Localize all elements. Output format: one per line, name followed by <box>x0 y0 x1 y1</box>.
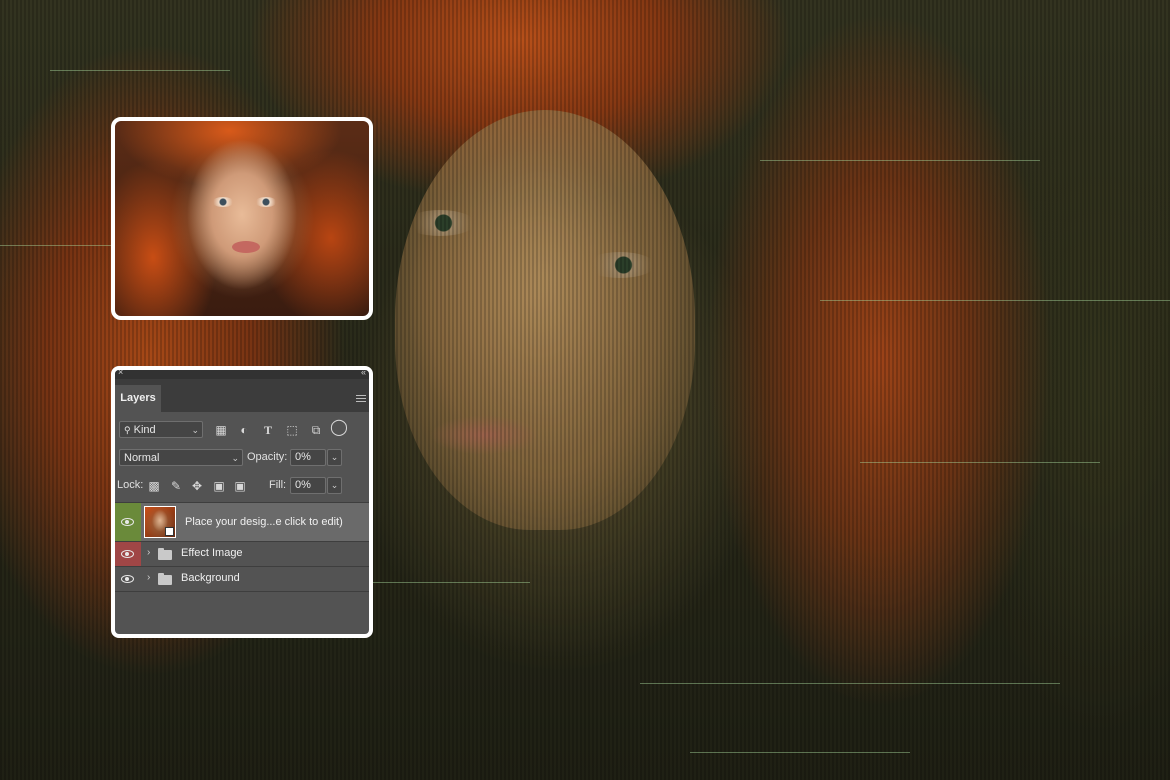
blend-mode-select[interactable]: Normal ⌄ <box>119 449 243 466</box>
glitch-line <box>370 582 530 583</box>
visibility-toggle[interactable] <box>115 542 141 566</box>
kind-label: Kind <box>133 424 156 436</box>
photo-eye-right <box>255 197 277 207</box>
layer-name: Place your desig...e click to edit) <box>185 516 343 528</box>
preview-photo-card <box>111 117 373 320</box>
lock-position-icon[interactable]: ✥ <box>190 479 204 493</box>
opacity-label: Opacity: <box>247 451 288 463</box>
lock-artboard-icon[interactable]: ▣ <box>212 479 226 493</box>
glitch-line <box>690 752 910 753</box>
layer-row-smart-object[interactable]: Place your desig...e click to edit) <box>115 502 369 541</box>
layer-row-effect-image[interactable]: › Effect Image <box>115 541 369 566</box>
photo-lips <box>232 241 260 253</box>
type-filter-icon[interactable]: T <box>261 423 275 437</box>
fill-slider-button[interactable]: ⌄ <box>327 477 342 494</box>
chevron-right-icon[interactable]: › <box>147 547 150 558</box>
panel-titlebar: × « <box>115 370 369 379</box>
layer-thumbnail <box>144 506 176 538</box>
opacity-slider-button[interactable]: ⌄ <box>327 449 342 466</box>
glitch-line <box>760 160 1040 161</box>
visibility-toggle[interactable] <box>115 503 141 541</box>
glitch-line <box>50 70 230 71</box>
smart-object-badge-icon <box>165 527 174 536</box>
glitch-line <box>640 683 1060 684</box>
folder-icon <box>158 573 172 585</box>
blend-mode-value: Normal <box>124 452 160 464</box>
blend-row: Normal ⌄ Opacity: 0% ⌄ <box>115 448 369 468</box>
folder-icon <box>158 548 172 560</box>
chevron-down-icon: ⌄ <box>191 425 199 435</box>
glitch-line <box>860 462 1100 463</box>
smart-object-filter-icon[interactable]: ⧉ <box>309 423 323 437</box>
filter-row: ⚲ Kind ⌄ ▦ ◐ T ⬚ ⧉ ◯ <box>115 420 369 440</box>
lock-label: Lock: <box>117 479 144 491</box>
lock-all-icon[interactable]: ▣ <box>233 479 247 493</box>
panel-tab-bar: Layers <box>115 379 369 412</box>
layer-name: Effect Image <box>181 547 243 559</box>
chevron-down-icon: ⌄ <box>231 453 239 463</box>
visibility-toggle[interactable] <box>115 567 141 591</box>
adjustment-filter-icon[interactable]: ◐ <box>237 423 251 437</box>
eye-icon <box>121 575 134 583</box>
panel-menu-icon[interactable] <box>356 395 366 403</box>
collapse-icon[interactable]: « <box>361 370 366 377</box>
eye-icon <box>121 550 134 558</box>
close-icon[interactable]: × <box>118 370 123 377</box>
layer-name: Background <box>181 572 240 584</box>
glitch-line <box>0 245 120 246</box>
tab-layers[interactable]: Layers <box>115 385 161 412</box>
eye-icon <box>121 518 134 526</box>
fill-field[interactable]: 0% <box>290 477 326 494</box>
opacity-field[interactable]: 0% <box>290 449 326 466</box>
glitch-line <box>820 300 1170 301</box>
lock-pixels-icon[interactable]: ✎ <box>169 479 183 493</box>
kind-filter-select[interactable]: ⚲ Kind ⌄ <box>119 421 203 438</box>
layers-panel: × « Layers ⚲ Kind ⌄ ▦ ◐ T ⬚ ⧉ ◯ Normal ⌄… <box>111 366 373 638</box>
shape-filter-icon[interactable]: ⬚ <box>285 423 299 437</box>
chevron-right-icon[interactable]: › <box>147 572 150 583</box>
photo-eye-left <box>212 197 234 207</box>
search-icon: ⚲ <box>124 425 131 435</box>
fill-label: Fill: <box>269 479 287 491</box>
lock-row: Lock: ▩ ✎ ✥ ▣ ▣ Fill: 0% ⌄ <box>115 476 369 496</box>
filter-toggle-icon[interactable]: ◯ <box>330 420 348 436</box>
image-filter-icon[interactable]: ▦ <box>214 423 228 437</box>
layer-row-background[interactable]: › Background <box>115 566 369 592</box>
lock-transparency-icon[interactable]: ▩ <box>147 479 161 493</box>
